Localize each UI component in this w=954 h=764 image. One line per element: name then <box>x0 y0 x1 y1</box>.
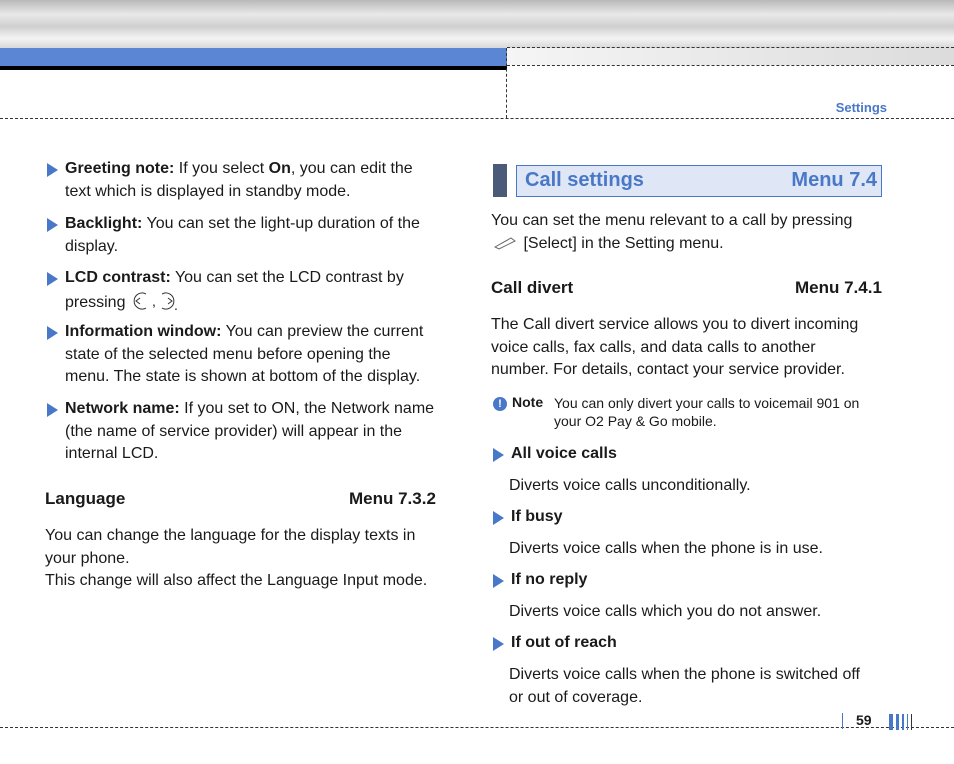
stripe <box>902 714 904 730</box>
paragraph-line: your phone. <box>45 549 130 567</box>
header-dash-vertical <box>506 48 507 118</box>
bullet-text: You can set the light-up duration of the <box>146 215 420 232</box>
bullet-arrow-icon <box>493 448 504 462</box>
option-title: If no reply <box>511 571 588 588</box>
option-if-busy: If busy <box>491 506 563 529</box>
bullet-term-on: On <box>268 160 291 177</box>
bullet-text: You can set the LCD contrast by <box>174 269 404 286</box>
call-settings-title-box: Call settings Menu 7.4 <box>516 165 882 197</box>
option-all-voice-calls: All voice calls <box>491 443 617 466</box>
option-description: Diverts voice calls unconditionally. <box>509 477 751 494</box>
bullet-lcd-contrast: LCD contrast: You can set the LCD contra… <box>45 267 475 314</box>
bullet-arrow-icon <box>47 218 58 232</box>
bullet-backlight: Backlight: You can set the light-up dura… <box>45 213 475 258</box>
stripe <box>896 714 899 730</box>
bullet-network-name: Network name: If you set to ON, the Netw… <box>45 398 475 466</box>
header-black-bar <box>0 66 507 70</box>
bullet-arrow-icon <box>493 511 504 525</box>
option-description: Diverts voice calls when the phone is sw… <box>509 664 899 709</box>
stripe <box>911 714 912 730</box>
bullet-text: pressing <box>65 293 126 311</box>
bullet-text: internal LCD. <box>65 445 159 462</box>
header-blue-bar <box>0 48 507 66</box>
bullet-arrow-icon <box>47 272 58 286</box>
language-heading: Language <box>45 489 126 508</box>
option-description: Diverts voice calls which you do not ans… <box>509 603 822 620</box>
bullet-text: If you select <box>178 160 269 177</box>
language-menu-number: Menu 7.3.2 <box>349 489 436 508</box>
option-if-out-of-reach: If out of reach <box>491 632 617 655</box>
paragraph-line: You can change the language for the disp… <box>45 527 416 544</box>
header-band <box>0 0 954 48</box>
bullet-term: Backlight: <box>65 215 143 232</box>
paragraph-line: You can set the menu relevant to a call … <box>491 212 853 229</box>
svg-text:.: . <box>174 297 178 312</box>
bullet-text: You can preview the current <box>225 323 424 340</box>
bullet-text: If you set to ON, the Network name <box>184 400 435 417</box>
info-icon: ! <box>493 397 507 411</box>
footer-separator <box>842 713 843 729</box>
note-line: your O2 Pay & Go mobile. <box>554 413 717 429</box>
option-if-no-reply: If no reply <box>491 569 587 592</box>
call-divert-menu-number: Menu 7.4.1 <box>795 278 882 297</box>
paragraph-line: voice calls, fax calls, and data calls t… <box>491 338 816 356</box>
paragraph-line: or out of coverage. <box>509 688 643 706</box>
call-divert-description: The Call divert service allows you to di… <box>491 314 891 382</box>
note-line: You can only divert your calls to voicem… <box>554 395 860 411</box>
header-dash-mid <box>507 65 954 66</box>
bullet-arrow-icon <box>47 326 58 340</box>
stripe <box>889 714 893 730</box>
note-text: You can only divert your calls to voicem… <box>554 394 874 430</box>
paragraph-line: This change will also affect the Languag… <box>45 572 428 589</box>
option-title: All voice calls <box>511 445 617 462</box>
page-number: 59 <box>856 712 872 728</box>
bullet-text: state of the selected menu before openin… <box>65 345 391 363</box>
svg-text:,: , <box>152 293 156 309</box>
stripe <box>907 714 908 730</box>
bullet-arrow-icon <box>493 637 504 651</box>
paragraph-line: The Call divert service allows you to di… <box>491 316 859 333</box>
language-description: You can change the language for the disp… <box>45 525 465 593</box>
call-settings-menu-number: Menu 7.4 <box>791 169 877 191</box>
bullet-term: Greeting note: <box>65 160 175 177</box>
nav-left-key-icon <box>133 292 147 309</box>
bullet-arrow-icon <box>47 163 58 177</box>
header-right-shade <box>507 48 954 65</box>
soft-key-icon <box>493 236 516 250</box>
paragraph-line: Diverts voice calls when the phone is sw… <box>509 666 860 683</box>
bullet-term: LCD contrast: <box>65 269 171 286</box>
call-divert-heading: Call divert <box>491 278 574 297</box>
header-dash-bottom <box>0 118 954 119</box>
bullet-text: (the name of service provider) will appe… <box>65 422 403 440</box>
bullet-greeting-note: Greeting note: If you select On, you can… <box>45 158 475 203</box>
header-dash-top <box>507 47 954 48</box>
paragraph-line: [Select] in the Setting menu. <box>523 234 724 252</box>
bullet-text: text which is displayed in standby mode. <box>65 182 351 200</box>
nav-keys-icon: , . <box>133 292 178 313</box>
bullet-text: menu. The state is shown at bottom of th… <box>65 368 421 385</box>
bullet-term: Information window: <box>65 323 222 340</box>
call-settings-title: Call settings <box>525 169 644 191</box>
option-title: If busy <box>511 508 563 525</box>
bullet-arrow-icon <box>493 574 504 588</box>
bullet-arrow-icon <box>47 403 58 417</box>
paragraph-line: number. For details, contact your servic… <box>491 361 845 378</box>
bullet-information-window: Information window: You can preview the … <box>45 321 475 389</box>
call-settings-intro: You can set the menu relevant to a call … <box>491 210 891 255</box>
bullet-text: , you can edit the <box>290 160 413 177</box>
footer-dash-line <box>0 727 954 728</box>
option-title: If out of reach <box>511 634 617 651</box>
bullet-term: Network name: <box>65 400 180 417</box>
option-description: Diverts voice calls when the phone is in… <box>509 540 823 557</box>
nav-right-key-icon <box>161 292 175 309</box>
menu-box-side-bar <box>493 164 507 197</box>
section-label: Settings <box>835 100 887 115</box>
bullet-text: display. <box>65 237 119 255</box>
note-label: Note <box>512 394 544 410</box>
